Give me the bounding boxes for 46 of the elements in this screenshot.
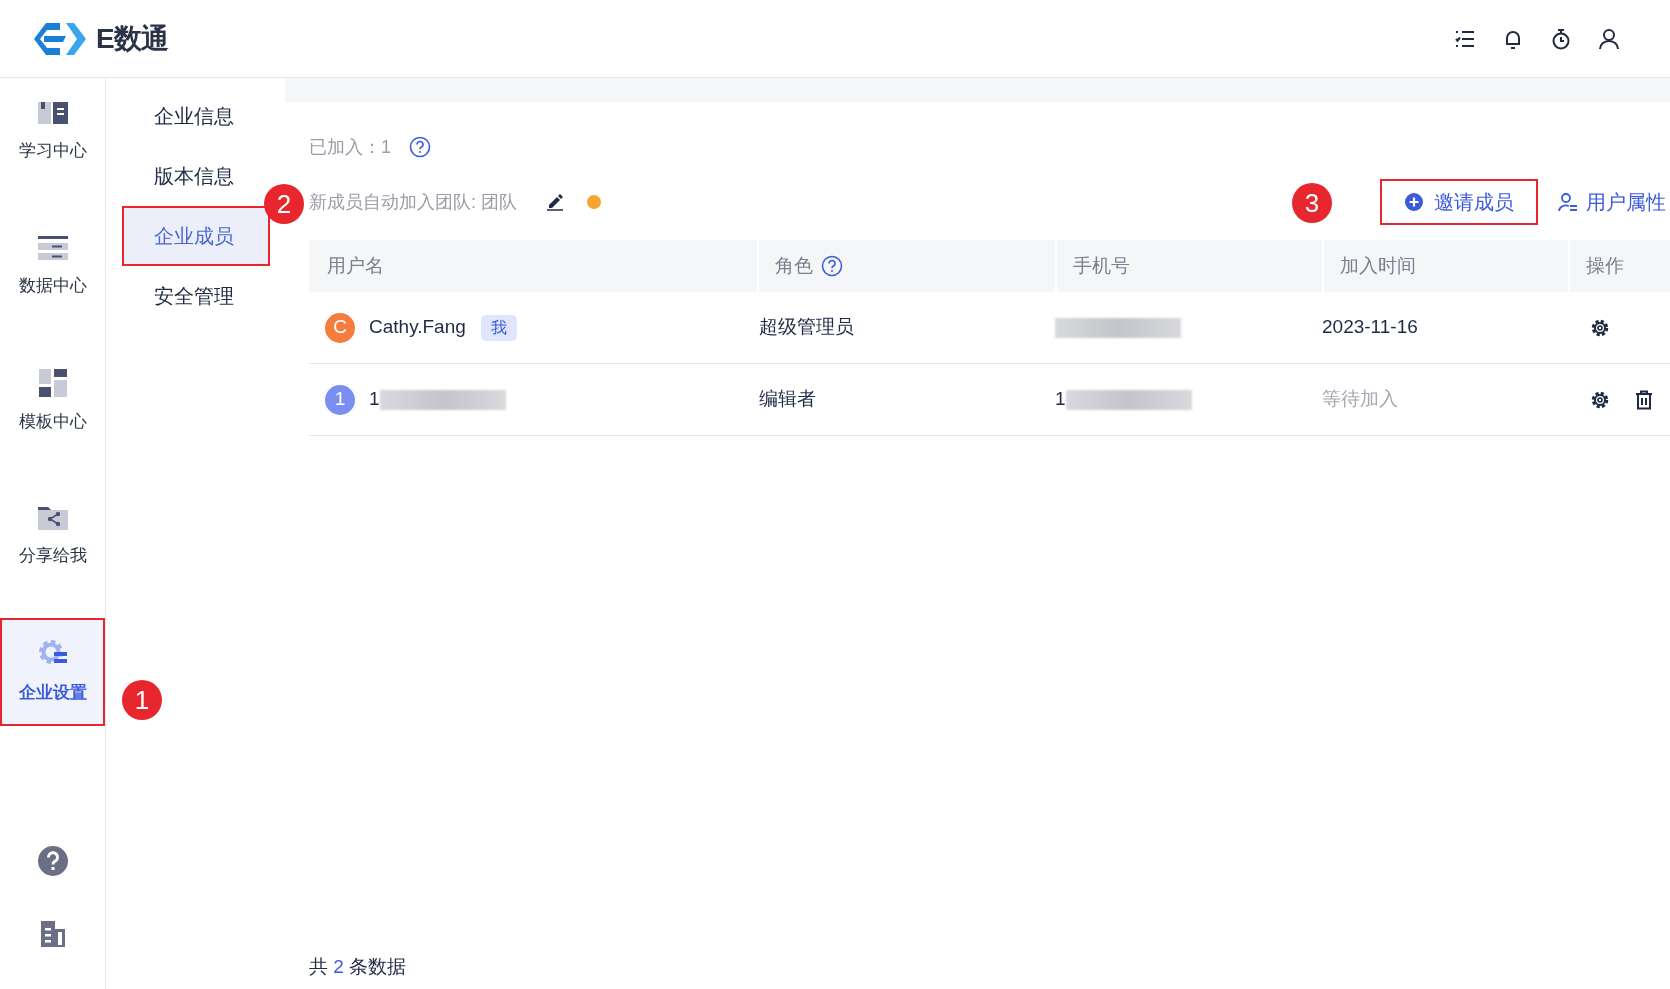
avatar: C <box>325 312 355 343</box>
column-header: 操作 <box>1586 253 1624 278</box>
subnav-item[interactable]: 安全管理 <box>122 266 270 326</box>
column-header: 角色 <box>775 253 813 278</box>
help-icon[interactable] <box>409 136 431 158</box>
drawer-icon <box>37 235 68 262</box>
user-name: 1 <box>369 387 380 412</box>
avatar: 1 <box>325 384 355 415</box>
sidebar-item[interactable]: 模板中心 <box>0 348 105 456</box>
edit-icon[interactable] <box>545 192 565 212</box>
shared-folder-icon <box>37 505 68 532</box>
layout-icon <box>38 369 67 398</box>
user-name: Cathy.Fang <box>369 315 466 340</box>
sidebar-item[interactable]: 学习中心 <box>0 78 105 186</box>
me-tag: 我 <box>480 314 517 341</box>
join-time-cell: 2023-11-16 <box>1322 316 1418 338</box>
column-header: 用户名 <box>327 253 384 278</box>
role-cell: 编辑者 <box>759 388 816 410</box>
settings-icon[interactable] <box>1590 389 1610 410</box>
subnav-item[interactable]: 企业成员 <box>122 206 270 266</box>
role-cell: 超级管理员 <box>759 316 854 338</box>
help-icon[interactable] <box>821 255 843 277</box>
book-icon <box>37 100 68 127</box>
phone-cell-text: 1 <box>1055 387 1066 412</box>
settings-icon[interactable] <box>1590 317 1610 338</box>
user-icon[interactable] <box>1598 27 1620 50</box>
join-time-cell: 等待加入 <box>1322 388 1398 410</box>
total-count-text: 共 2 条数据 <box>309 954 408 979</box>
sidebar-item[interactable]: 企业设置 <box>0 618 105 726</box>
column-header: 手机号 <box>1073 253 1130 278</box>
subnav-item[interactable]: 企业信息 <box>122 86 270 146</box>
sidebar-item[interactable]: 分享给我 <box>0 483 105 591</box>
status-dot-icon <box>587 195 601 209</box>
user-list-icon <box>1558 192 1578 212</box>
user-attributes-button[interactable]: 用户属性 <box>1558 179 1670 225</box>
invite-members-button[interactable]: 邀请成员 <box>1380 179 1538 225</box>
auto-join-team-text: 新成员自动加入团队: 团队 <box>309 190 517 214</box>
callout-marker: 3 <box>1292 183 1332 223</box>
stopwatch-icon[interactable] <box>1550 27 1572 50</box>
trash-icon[interactable] <box>1634 389 1654 410</box>
column-header: 加入时间 <box>1340 253 1416 278</box>
joined-count: 已加入：1 <box>309 135 391 159</box>
logo-text: E数通 <box>96 21 169 56</box>
sidebar-item[interactable]: 数据中心 <box>0 213 105 321</box>
plus-circle-icon <box>1404 192 1424 212</box>
help-icon[interactable] <box>36 845 69 877</box>
